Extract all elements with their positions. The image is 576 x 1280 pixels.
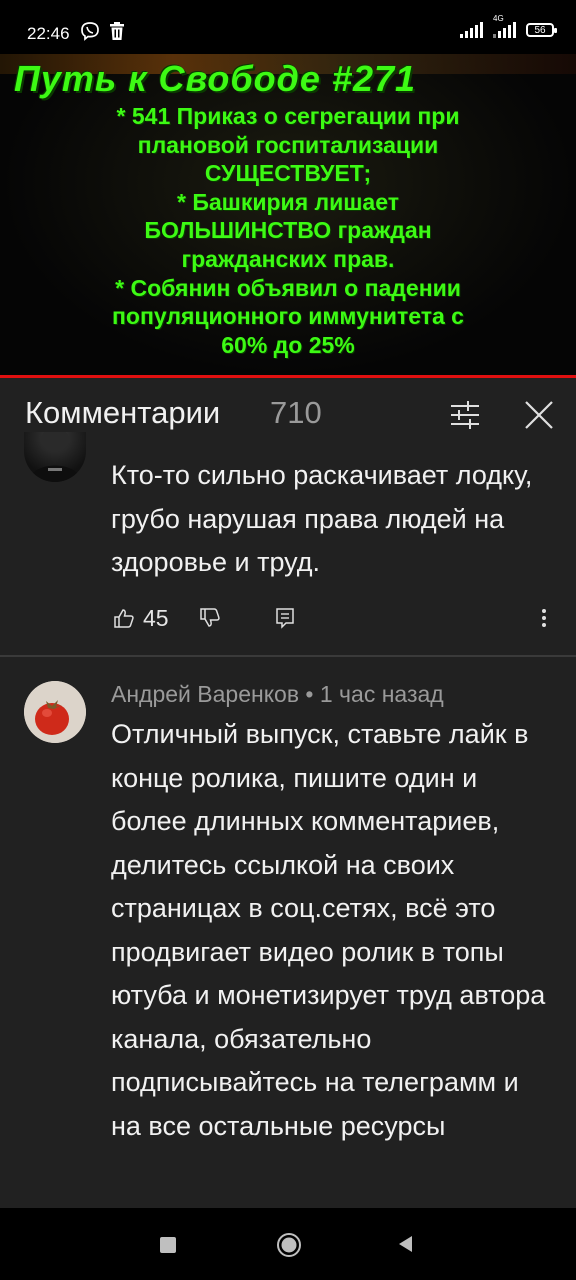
close-icon[interactable] (520, 396, 558, 434)
comments-header: Комментарии 710 (0, 378, 576, 454)
thumbs-down-icon (200, 608, 220, 627)
battery-level: 56 (534, 24, 546, 36)
video-text-block: * 541 Приказ о сегрегации при плановой г… (20, 102, 556, 359)
nav-back-icon[interactable] (396, 1234, 414, 1254)
thumbs-up-icon (114, 609, 134, 628)
signal-icon (493, 22, 516, 38)
more-vert-icon (542, 609, 546, 627)
comment-text: Кто-то сильно раскачивает лодку, грубо н… (111, 460, 533, 577)
viber-icon (81, 22, 99, 41)
video-line: СУЩЕСТВУЕТ; (204, 160, 372, 187)
video-title: Путь к Свободе #271 (14, 58, 417, 99)
dislike-button[interactable] (199, 606, 221, 630)
trash-icon (110, 22, 124, 40)
video-line: плановой госпитализации (137, 131, 439, 158)
comment-meta: Андрей Варенков • 1 час назад (111, 681, 444, 707)
video-line: популяционного иммунитета с (112, 303, 464, 330)
comments-count: 710 (270, 395, 322, 430)
comment-actions: 45 (111, 598, 561, 638)
like-button[interactable]: 45 (113, 604, 169, 631)
nav-recents-icon[interactable] (160, 1237, 176, 1253)
video-line: * 541 Приказ о сегрегации при (116, 103, 460, 129)
network-label: 4G (493, 14, 504, 23)
filter-icon[interactable] (448, 398, 482, 432)
reply-button[interactable] (275, 606, 295, 630)
navigation-bar (0, 1208, 576, 1280)
video-line: 60% до 25% (221, 331, 355, 358)
status-right: 4G 56 (460, 14, 557, 38)
avatar[interactable] (24, 432, 86, 482)
nav-home-icon[interactable] (276, 1232, 302, 1258)
signal-icon (460, 22, 483, 38)
video-line: гражданских прав. (181, 245, 395, 272)
reply-icon (276, 608, 294, 629)
video-line: БОЛЬШИНСТВО граждан (144, 217, 432, 244)
notification-icons (80, 21, 126, 41)
video-line: * Собянин объявил о падении (115, 274, 461, 301)
comment-divider (0, 655, 576, 657)
video-player[interactable]: Путь к Свободе #271 * 541 Приказ о сегре… (0, 54, 576, 376)
video-line: * Башкирия лишает (177, 188, 399, 215)
status-time: 22:46 (27, 24, 70, 43)
avatar-image (28, 432, 82, 482)
avatar[interactable] (24, 681, 86, 743)
status-bar: 22:46 4G 56 (0, 0, 576, 54)
signal-4g: 4G (493, 14, 516, 38)
more-options-button[interactable] (541, 606, 547, 630)
battery-icon: 56 (526, 23, 557, 37)
comments-title: Комментарии (25, 395, 221, 430)
avatar-image (24, 681, 86, 743)
like-count: 45 (143, 604, 169, 631)
comment-text: Отличный выпуск, ставьте лайк в конце ро… (111, 719, 546, 1141)
